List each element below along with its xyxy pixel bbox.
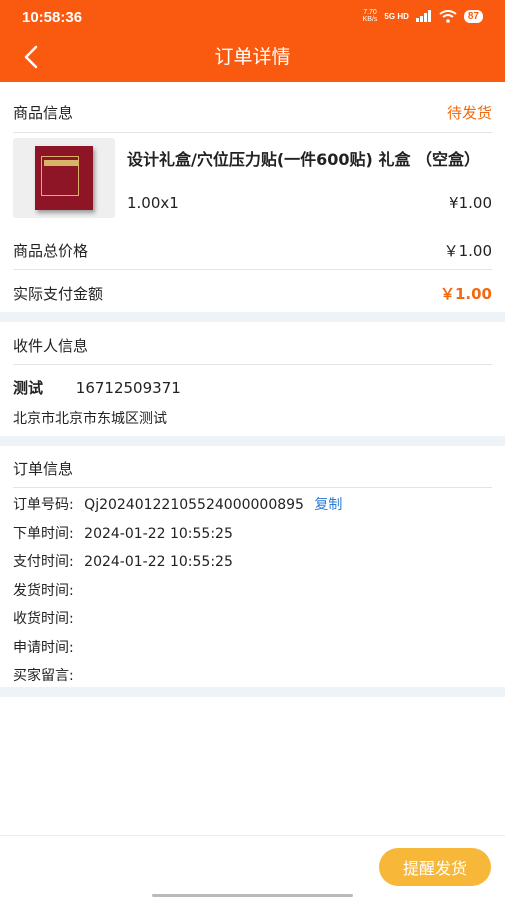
- order-applied-label: 申请时间:: [13, 640, 74, 656]
- product-price: ¥1.00: [449, 194, 492, 212]
- signal-icon: [415, 10, 431, 22]
- network-type: 5G HD: [384, 11, 409, 21]
- order-paid-label: 支付时间:: [13, 554, 74, 570]
- paid-amount-row: 实际支付金额 ￥1.00: [13, 283, 492, 304]
- status-icons: 7.70 KB/s 5G HD 87: [363, 9, 483, 23]
- order-shipped-label: 发货时间:: [13, 583, 74, 599]
- divider: [13, 364, 492, 365]
- order-created-value: 2024-01-22 10:55:25: [84, 526, 233, 542]
- total-price-row: 商品总价格 ￥1.00: [13, 240, 492, 261]
- app-header: 10:58:36 7.70 KB/s 5G HD 87 订单详情: [0, 0, 505, 82]
- receiver-name: 测试: [13, 379, 44, 397]
- divider: [13, 132, 492, 133]
- product-image[interactable]: [13, 138, 115, 218]
- order-section-label: 订单信息: [13, 460, 74, 478]
- section-gap: [0, 436, 505, 446]
- order-created-row: 下单时间: 2024-01-22 10:55:25: [13, 523, 492, 543]
- product-name[interactable]: 设计礼盒/穴位压力贴(一件600贴) 礼盒 （空盒）: [127, 148, 487, 171]
- order-received-label: 收货时间:: [13, 611, 74, 627]
- remind-shipping-button[interactable]: 提醒发货: [379, 848, 491, 886]
- copy-order-number-button[interactable]: 复制: [314, 497, 342, 513]
- divider: [13, 487, 492, 488]
- order-number-value: Qj20240122105524000000895: [84, 497, 304, 513]
- goods-section-label: 商品信息: [13, 104, 74, 122]
- network-speed: 7.70 KB/s: [362, 9, 378, 23]
- receiver-contact-row: 测试 16712509371: [13, 377, 492, 398]
- product-box-graphic: [35, 146, 93, 210]
- order-created-label: 下单时间:: [13, 526, 74, 542]
- home-indicator[interactable]: [152, 894, 353, 897]
- divider: [13, 269, 492, 270]
- paid-amount-value: ￥1.00: [439, 285, 492, 303]
- paid-amount-label: 实际支付金额: [13, 285, 104, 303]
- product-spec-row: 1.00x1 ¥1.00: [127, 194, 492, 212]
- goods-section-header: 商品信息 待发货: [13, 102, 492, 123]
- receiver-section-label: 收件人信息: [13, 337, 89, 355]
- receiver-phone: 16712509371: [75, 379, 181, 397]
- buyer-note-label: 买家留言:: [13, 668, 74, 684]
- order-paid-value: 2024-01-22 10:55:25: [84, 554, 233, 570]
- footer-divider: [0, 835, 505, 836]
- battery-icon: 87: [463, 9, 483, 23]
- status-time: 10:58:36: [22, 9, 83, 26]
- order-paid-row: 支付时间: 2024-01-22 10:55:25: [13, 551, 492, 571]
- total-price-label: 商品总价格: [13, 242, 89, 260]
- status-bar: 10:58:36 7.70 KB/s 5G HD 87: [0, 0, 505, 36]
- receiver-address: 北京市北京市东城区测试: [13, 411, 167, 427]
- total-price-value: ￥1.00: [443, 242, 492, 260]
- order-number-row: 订单号码: Qj20240122105524000000895 复制: [13, 494, 492, 514]
- wifi-icon: [439, 9, 457, 23]
- order-status-badge: 待发货: [446, 104, 492, 122]
- section-gap: [0, 312, 505, 322]
- page-title: 订单详情: [214, 46, 291, 68]
- product-spec: 1.00x1: [127, 194, 179, 212]
- section-gap: [0, 687, 505, 697]
- order-number-label: 订单号码:: [13, 497, 74, 513]
